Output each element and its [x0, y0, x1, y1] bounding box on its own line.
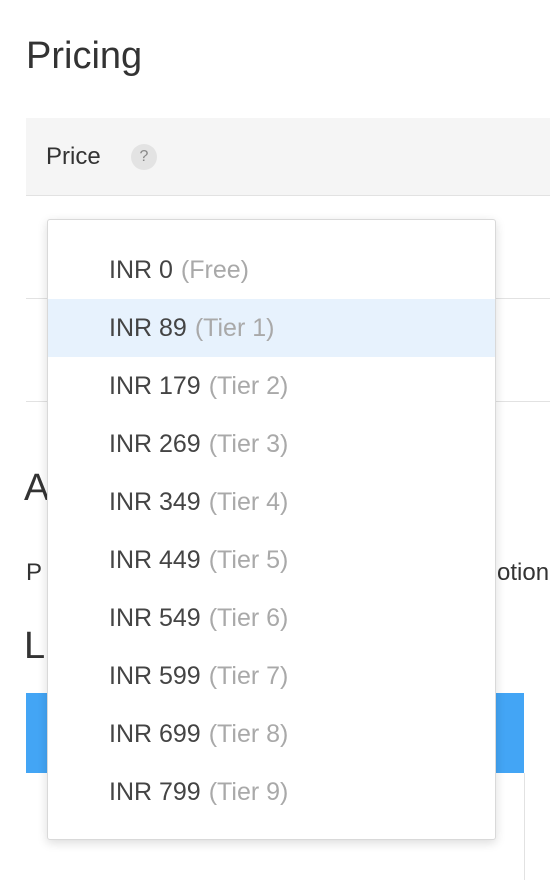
price-section-header: Price ?: [26, 118, 550, 196]
price-label: Price: [46, 143, 101, 170]
section-heading-partial: A: [24, 467, 50, 509]
price-dropdown-menu[interactable]: INR 0 (Free) INR 89 (Tier 1) INR 179 (Tier 2)…: [47, 219, 496, 840]
price-option[interactable]: INR 349 (Tier 4): [48, 473, 495, 531]
option-tier: (Tier 2): [208, 372, 289, 400]
price-option[interactable]: INR 599 (Tier 7): [48, 647, 495, 705]
option-price: INR 269: [109, 430, 201, 458]
option-price: INR 179: [109, 372, 201, 400]
option-tier: (Tier 7): [208, 662, 289, 690]
option-tier: (Tier 3): [208, 430, 289, 458]
option-price: INR 449: [109, 546, 201, 574]
option-tier: (Free): [180, 256, 249, 284]
price-option[interactable]: INR 179 (Tier 2): [48, 357, 495, 415]
price-option[interactable]: INR 449 (Tier 5): [48, 531, 495, 589]
option-tier: (Tier 5): [208, 546, 289, 574]
question-mark-icon[interactable]: ?: [131, 144, 157, 170]
option-price: INR 349: [109, 488, 201, 516]
option-tier: (Tier 9): [208, 778, 289, 806]
option-tier: (Tier 4): [208, 488, 289, 516]
option-price: INR 599: [109, 662, 201, 690]
table-border: [524, 773, 525, 880]
section-text-partial-right: otion: [497, 559, 550, 586]
price-option[interactable]: INR 699 (Tier 8): [48, 705, 495, 763]
option-price: INR 799: [109, 778, 201, 806]
price-option[interactable]: INR 0 (Free): [48, 241, 495, 299]
price-option[interactable]: INR 269 (Tier 3): [48, 415, 495, 473]
section-text-partial: P: [26, 559, 43, 586]
option-price: INR 89: [109, 314, 187, 342]
option-tier: (Tier 8): [208, 720, 289, 748]
price-option[interactable]: INR 549 (Tier 6): [48, 589, 495, 647]
option-tier: (Tier 6): [208, 604, 289, 632]
section-heading2-partial: L: [24, 625, 46, 667]
option-price: INR 699: [109, 720, 201, 748]
option-price: INR 0: [109, 256, 173, 284]
option-tier: (Tier 1): [194, 314, 275, 342]
price-option[interactable]: INR 89 (Tier 1): [48, 299, 495, 357]
price-option[interactable]: INR 799 (Tier 9): [48, 763, 495, 821]
option-price: INR 549: [109, 604, 201, 632]
page-title: Pricing: [26, 35, 143, 77]
